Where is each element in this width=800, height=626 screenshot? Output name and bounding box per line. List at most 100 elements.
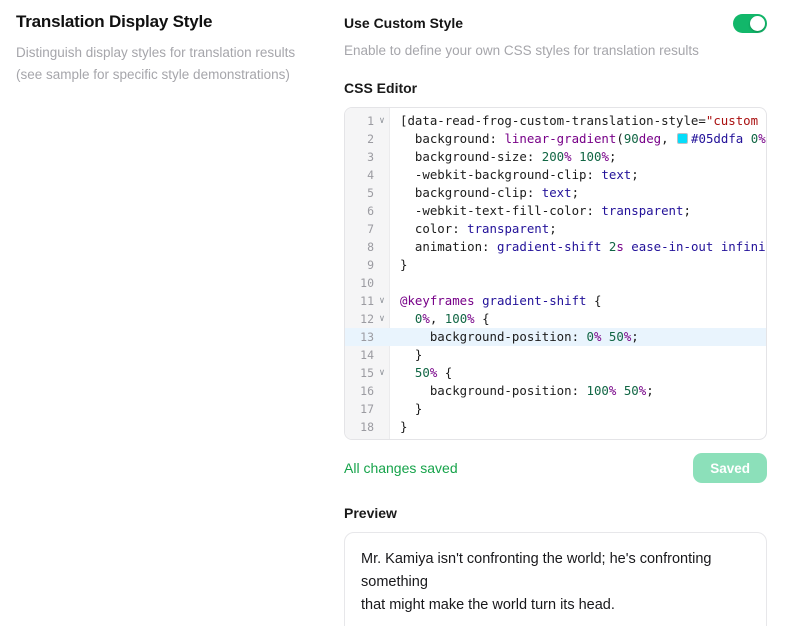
token-number: 50	[415, 365, 430, 380]
line-gutter: 2	[345, 130, 390, 148]
line-gutter: 8	[345, 238, 390, 256]
code-text: background: linear-gradient(90deg, #05dd…	[390, 130, 766, 148]
code-line[interactable]: 4 -webkit-background-clip: text;	[345, 166, 766, 184]
css-editor[interactable]: 1∨[data-read-frog-custom-translation-sty…	[344, 107, 767, 440]
token-number: 100	[587, 383, 609, 398]
token-plain: background-position:	[400, 329, 587, 344]
token-plain: {	[475, 311, 490, 326]
token-plain: ;	[631, 167, 638, 182]
token-plain: ;	[646, 383, 653, 398]
save-status-row: All changes saved Saved	[344, 453, 767, 483]
section-title: Translation Display Style	[16, 12, 324, 32]
line-number: 3	[348, 148, 374, 166]
preview-source-text: Mr. Kamiya isn't confronting the world; …	[361, 548, 750, 617]
code-line[interactable]: 14 }	[345, 346, 766, 364]
token-plain	[400, 311, 415, 326]
code-line[interactable]: 2 background: linear-gradient(90deg, #05…	[345, 130, 766, 148]
fold-chevron-icon[interactable]: ∨	[374, 112, 390, 130]
line-number: 14	[348, 346, 374, 364]
token-value: transparent	[467, 221, 549, 236]
line-gutter: 10	[345, 274, 390, 292]
token-unit: %	[422, 311, 429, 326]
code-line[interactable]: 7 color: transparent;	[345, 220, 766, 238]
token-number: 100	[445, 311, 467, 326]
code-line[interactable]: 11∨@keyframes gradient-shift {	[345, 292, 766, 310]
code-line[interactable]: 3 background-size: 200% 100%;	[345, 148, 766, 166]
token-number: 50	[624, 383, 639, 398]
token-string: "custom	[706, 113, 758, 128]
code-text: }	[390, 346, 766, 364]
token-plain: (	[616, 131, 623, 146]
token-plain: }	[400, 401, 422, 416]
line-number: 13	[348, 328, 374, 346]
token-plain	[713, 239, 720, 254]
code-line[interactable]: 8 animation: gradient-shift 2s ease-in-o…	[345, 238, 766, 256]
code-line[interactable]: 15∨ 50% {	[345, 364, 766, 382]
token-value: ease-in-out	[631, 239, 713, 254]
token-plain: background-clip:	[400, 185, 542, 200]
description-line: Distinguish display styles for translati…	[16, 42, 324, 64]
code-line[interactable]: 16 background-position: 100% 50%;	[345, 382, 766, 400]
preview-card: Mr. Kamiya isn't confronting the world; …	[344, 532, 767, 626]
code-line[interactable]: 13 background-position: 0% 50%;	[345, 328, 766, 346]
line-number: 16	[348, 382, 374, 400]
line-gutter: 18	[345, 418, 390, 436]
line-gutter: 17	[345, 400, 390, 418]
token-plain: background-position:	[400, 383, 587, 398]
line-number: 8	[348, 238, 374, 256]
code-text: background-clip: text;	[390, 184, 766, 202]
token-plain: ;	[631, 329, 638, 344]
saved-button[interactable]: Saved	[693, 453, 767, 483]
line-gutter: 4	[345, 166, 390, 184]
fold-chevron-icon[interactable]: ∨	[374, 292, 390, 310]
source-text-line: that might make the world turn its head.	[361, 594, 750, 617]
token-number: 100	[579, 149, 601, 164]
line-gutter: 7	[345, 220, 390, 238]
token-plain: {	[587, 293, 602, 308]
fold-chevron-icon[interactable]: ∨	[374, 310, 390, 328]
fold-chevron-icon[interactable]: ∨	[374, 364, 390, 382]
token-value: gradient-shift	[497, 239, 601, 254]
token-plain: background:	[400, 131, 504, 146]
token-plain	[572, 149, 579, 164]
line-number: 4	[348, 166, 374, 184]
section-header: Translation Display Style Distinguish di…	[16, 12, 344, 626]
token-plain: }	[400, 419, 407, 434]
line-number: 11	[348, 292, 374, 310]
code-line[interactable]: 9}	[345, 256, 766, 274]
custom-style-toggle[interactable]	[733, 14, 767, 33]
line-gutter: 1∨	[345, 112, 390, 130]
section-content: Use Custom Style Enable to define your o…	[344, 12, 767, 626]
token-plain	[601, 239, 608, 254]
token-plain: ,	[661, 131, 676, 146]
line-number: 18	[348, 418, 374, 436]
line-number: 10	[348, 274, 374, 292]
code-text: }	[390, 418, 766, 436]
line-number: 17	[348, 400, 374, 418]
code-text: animation: gradient-shift 2s ease-in-out…	[390, 238, 766, 256]
editor-code-area[interactable]: 1∨[data-read-frog-custom-translation-sty…	[345, 108, 766, 436]
code-line[interactable]: 12∨ 0%, 100% {	[345, 310, 766, 328]
code-text: -webkit-background-clip: text;	[390, 166, 766, 184]
color-swatch-icon[interactable]	[677, 133, 688, 144]
code-line[interactable]: 1∨[data-read-frog-custom-translation-sty…	[345, 112, 766, 130]
code-line[interactable]: 5 background-clip: text;	[345, 184, 766, 202]
token-unit: %	[601, 149, 608, 164]
css-editor-label: CSS Editor	[344, 80, 767, 96]
code-line[interactable]: 18}	[345, 418, 766, 436]
code-line[interactable]: 17 }	[345, 400, 766, 418]
line-gutter: 6	[345, 202, 390, 220]
code-line[interactable]: 10	[345, 274, 766, 292]
code-text: background-size: 200% 100%;	[390, 148, 766, 166]
token-plain: }	[400, 347, 422, 362]
code-text: 0%, 100% {	[390, 310, 766, 328]
line-gutter: 13	[345, 328, 390, 346]
line-gutter: 11∨	[345, 292, 390, 310]
toggle-knob-icon	[750, 16, 765, 31]
token-value: text	[601, 167, 631, 182]
code-text: 50% {	[390, 364, 766, 382]
token-plain: -webkit-background-clip:	[400, 167, 601, 182]
code-line[interactable]: 6 -webkit-text-fill-color: transparent;	[345, 202, 766, 220]
code-text: background-position: 0% 50%;	[390, 328, 766, 346]
token-plain: {	[437, 365, 452, 380]
